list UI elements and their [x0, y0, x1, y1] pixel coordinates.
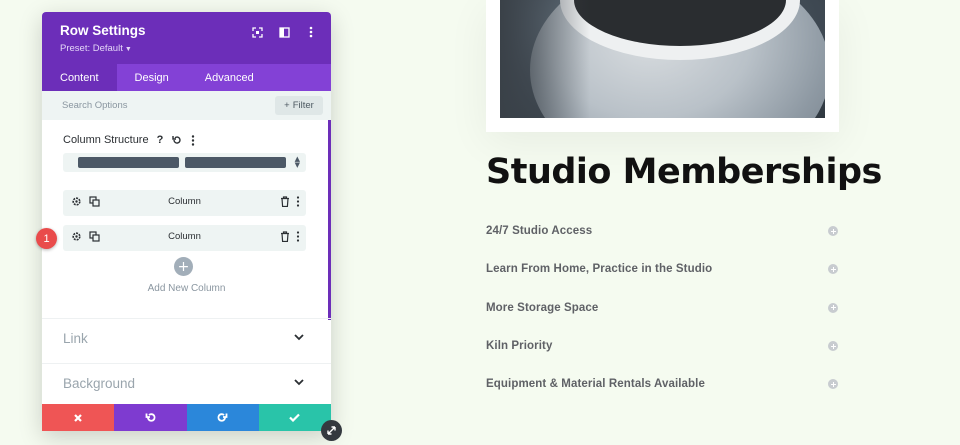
- plus-circle-icon[interactable]: [828, 264, 838, 275]
- more-vertical-icon[interactable]: [296, 196, 300, 207]
- accordion-item[interactable]: Learn From Home, Practice in the Studio: [486, 250, 839, 288]
- panel-header: Row Settings Preset: Default ▼: [42, 12, 331, 64]
- plus-icon: +: [284, 100, 290, 111]
- section-label: Link: [63, 331, 88, 346]
- more-vertical-icon[interactable]: [303, 24, 319, 40]
- chevron-down-icon: [294, 379, 304, 386]
- fullscreen-icon[interactable]: [249, 24, 265, 40]
- column-structure-label: Column Structure: [63, 134, 149, 146]
- redo-icon: [217, 413, 228, 422]
- tab-design[interactable]: Design: [117, 64, 187, 91]
- accordion-item-label: 24/7 Studio Access: [486, 225, 593, 238]
- accordion-item[interactable]: More Storage Space: [486, 289, 839, 327]
- section-toggle-link[interactable]: Link: [42, 318, 331, 358]
- column-label: Column: [168, 231, 201, 242]
- row-settings-panel: Row Settings Preset: Default ▼ Content De…: [42, 12, 331, 431]
- settings-tabs: Content Design Advanced: [42, 64, 331, 91]
- filter-label: Filter: [292, 100, 314, 111]
- column-structure-bar: [185, 157, 286, 168]
- undo-button[interactable]: [114, 404, 187, 431]
- search-bar: + Filter: [42, 91, 331, 120]
- section-label: Background: [63, 376, 136, 391]
- preset-label: Preset: Default: [60, 43, 123, 54]
- check-icon: [289, 413, 301, 422]
- resize-handle[interactable]: [321, 420, 342, 441]
- search-options-input[interactable]: [62, 97, 242, 114]
- preset-selector[interactable]: Preset: Default ▼: [60, 43, 132, 54]
- column-item[interactable]: Column: [63, 190, 306, 216]
- close-icon: [74, 413, 82, 422]
- tab-content[interactable]: Content: [42, 64, 117, 91]
- membership-accordion: 24/7 Studio Access Learn From Home, Prac…: [486, 212, 839, 403]
- resize-icon: [327, 426, 336, 435]
- accordion-item[interactable]: 24/7 Studio Access: [486, 212, 839, 250]
- chevron-down-icon: [294, 334, 304, 341]
- caret-down-icon: ▼: [124, 46, 132, 53]
- undo-icon: [145, 413, 156, 422]
- accordion-item[interactable]: Kiln Priority: [486, 327, 839, 365]
- save-button[interactable]: [258, 404, 331, 431]
- column-structure-select[interactable]: ▲ ▼: [63, 153, 306, 172]
- trash-icon[interactable]: [280, 231, 290, 242]
- split-view-icon[interactable]: [276, 24, 292, 40]
- plus-circle-icon[interactable]: [828, 302, 838, 313]
- cancel-button[interactable]: [42, 404, 115, 431]
- accordion-item-label: Learn From Home, Practice in the Studio: [486, 263, 713, 276]
- panel-actions: [42, 404, 331, 431]
- column-label: Column: [168, 196, 201, 207]
- accordion-item-label: Equipment & Material Rentals Available: [486, 378, 705, 391]
- more-vertical-icon[interactable]: [296, 231, 300, 242]
- accordion-item-label: More Storage Space: [486, 301, 599, 314]
- plus-circle-icon[interactable]: [828, 379, 838, 390]
- accordion-item-label: Kiln Priority: [486, 340, 553, 353]
- add-column-button[interactable]: +: [174, 257, 193, 276]
- plus-circle-icon[interactable]: [828, 226, 838, 237]
- tab-advanced[interactable]: Advanced: [187, 64, 272, 91]
- redo-button[interactable]: [186, 404, 259, 431]
- plus-circle-icon[interactable]: [828, 341, 838, 352]
- accordion-item[interactable]: Equipment & Material Rentals Available: [486, 365, 839, 403]
- filter-button[interactable]: + Filter: [275, 96, 323, 115]
- panel-title: Row Settings: [60, 23, 146, 38]
- panel-body: Column Structure ? ▲ ▼ Column Column + A…: [42, 120, 331, 363]
- add-column-label[interactable]: Add New Column: [42, 283, 331, 294]
- more-vertical-icon[interactable]: [191, 134, 195, 146]
- trash-icon[interactable]: [280, 196, 290, 207]
- page-title: Studio Memberships: [486, 152, 882, 192]
- column-structure-header: Column Structure ?: [63, 134, 195, 146]
- help-icon[interactable]: ?: [157, 134, 164, 146]
- featured-image: [500, 0, 825, 118]
- reset-icon[interactable]: [172, 135, 182, 145]
- featured-image-frame: [486, 0, 839, 132]
- step-badge: 1: [36, 228, 57, 249]
- column-structure-bar: [78, 157, 179, 168]
- section-toggle-background[interactable]: Background: [42, 363, 331, 404]
- column-item[interactable]: Column: [63, 225, 306, 251]
- select-arrows-icon: ▲ ▼: [294, 155, 300, 169]
